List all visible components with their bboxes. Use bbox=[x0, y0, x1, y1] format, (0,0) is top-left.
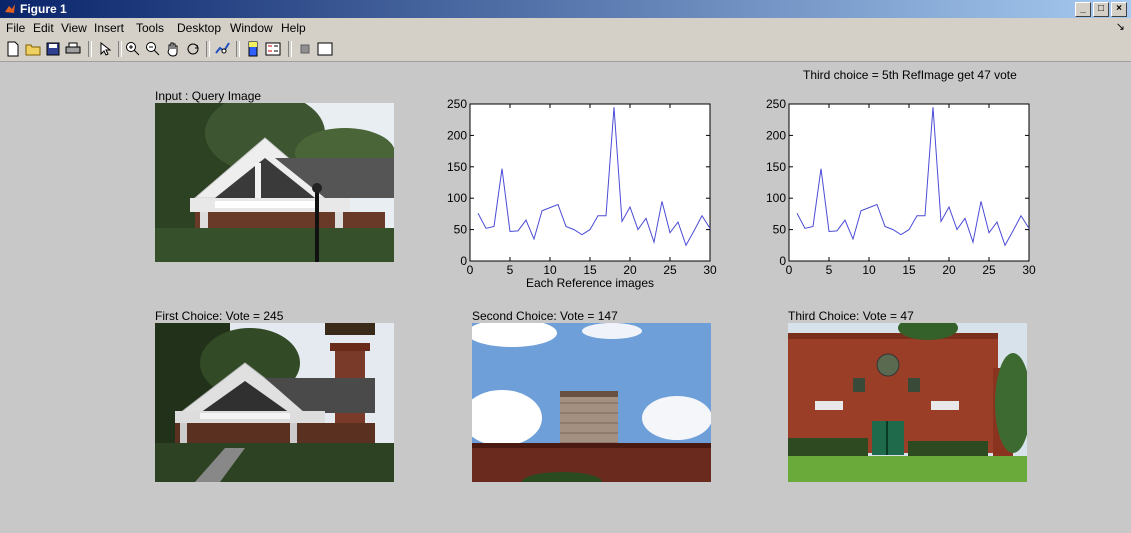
new-file-icon[interactable] bbox=[4, 40, 22, 58]
data-cursor-icon[interactable] bbox=[214, 40, 232, 58]
x-axis-label: Each Reference images bbox=[526, 276, 654, 290]
figure-top-title: Third choice = 5th RefImage get 47 vote bbox=[803, 68, 1017, 82]
x-tick-label: 0 bbox=[467, 263, 474, 277]
x-tick-label: 5 bbox=[826, 263, 833, 277]
x-tick-label: 15 bbox=[583, 263, 597, 277]
x-tick-label: 25 bbox=[663, 263, 677, 277]
pointer-icon[interactable] bbox=[96, 40, 114, 58]
menu-bar: File Edit View Insert Tools Desktop Wind… bbox=[0, 18, 1131, 37]
menu-dock-arrow-icon[interactable]: ↘ bbox=[1116, 20, 1125, 33]
menu-help[interactable]: Help bbox=[281, 21, 306, 35]
x-tick-label: 20 bbox=[942, 263, 956, 277]
x-tick-label: 0 bbox=[786, 263, 793, 277]
first-choice-image bbox=[155, 323, 394, 482]
second-choice-label: Second Choice: Vote = 147 bbox=[472, 309, 618, 323]
print-icon[interactable] bbox=[64, 40, 82, 58]
plot-area bbox=[469, 103, 711, 262]
zoom-in-icon[interactable] bbox=[124, 40, 142, 58]
maximize-button[interactable]: □ bbox=[1093, 2, 1109, 17]
figure-toolbar bbox=[0, 37, 1131, 62]
zoom-out-icon[interactable] bbox=[144, 40, 162, 58]
query-image bbox=[155, 103, 394, 262]
menu-edit[interactable]: Edit bbox=[33, 21, 54, 35]
open-folder-icon[interactable] bbox=[24, 40, 42, 58]
x-tick-label: 20 bbox=[623, 263, 637, 277]
close-button[interactable]: × bbox=[1111, 2, 1127, 17]
y-tick-label: 0 bbox=[779, 254, 786, 268]
first-choice-label: First Choice: Vote = 245 bbox=[155, 309, 284, 323]
menu-window[interactable]: Window bbox=[230, 21, 273, 35]
menu-view[interactable]: View bbox=[61, 21, 87, 35]
menu-tools[interactable]: Tools bbox=[136, 21, 164, 35]
matlab-logo-icon bbox=[5, 4, 15, 13]
menu-desktop[interactable]: Desktop bbox=[177, 21, 221, 35]
y-tick-label: 250 bbox=[766, 97, 786, 111]
x-tick-label: 30 bbox=[703, 263, 717, 277]
save-icon[interactable] bbox=[44, 40, 62, 58]
menu-insert[interactable]: Insert bbox=[94, 21, 124, 35]
x-tick-label: 30 bbox=[1022, 263, 1036, 277]
rotate-3d-icon[interactable] bbox=[184, 40, 202, 58]
x-tick-label: 10 bbox=[543, 263, 557, 277]
y-tick-label: 100 bbox=[447, 191, 467, 205]
show-plot-tools-icon[interactable] bbox=[316, 40, 334, 58]
vote-line-chart-1: 0 5 10 15 20 25 30 0 50 100 150 200 250 Each Referenc… bbox=[447, 97, 717, 290]
hide-plot-tools-icon[interactable] bbox=[296, 40, 314, 58]
y-tick-label: 50 bbox=[773, 223, 787, 237]
pan-hand-icon[interactable] bbox=[164, 40, 182, 58]
legend-icon[interactable] bbox=[264, 40, 282, 58]
y-tick-label: 200 bbox=[766, 128, 786, 142]
y-tick-label: 150 bbox=[447, 160, 467, 174]
colorbar-icon[interactable] bbox=[244, 40, 262, 58]
y-tick-label: 100 bbox=[766, 191, 786, 205]
figure-canvas: Third choice = 5th RefImage get 47 vote … bbox=[0, 62, 1131, 533]
title-bar: Figure 1 _ □ × bbox=[0, 0, 1131, 18]
query-image-label: Input : Query Image bbox=[155, 89, 262, 103]
window-title: Figure 1 bbox=[20, 2, 67, 16]
menu-file[interactable]: File bbox=[6, 21, 25, 35]
y-tick-label: 50 bbox=[454, 223, 468, 237]
minimize-button[interactable]: _ bbox=[1075, 2, 1091, 17]
third-choice-image bbox=[788, 323, 1027, 482]
x-tick-label: 10 bbox=[862, 263, 876, 277]
second-choice-image bbox=[472, 323, 711, 482]
third-choice-label: Third Choice: Vote = 47 bbox=[788, 309, 914, 323]
y-tick-label: 0 bbox=[460, 254, 467, 268]
plot-area bbox=[788, 103, 1030, 262]
x-tick-label: 15 bbox=[902, 263, 916, 277]
y-tick-label: 200 bbox=[447, 128, 467, 142]
y-tick-label: 150 bbox=[766, 160, 786, 174]
x-tick-label: 25 bbox=[982, 263, 996, 277]
vote-line-chart-2: 0 5 10 15 20 25 30 0 50 100 150 200 250 bbox=[766, 97, 1036, 277]
x-tick-label: 5 bbox=[507, 263, 514, 277]
y-tick-label: 250 bbox=[447, 97, 467, 111]
